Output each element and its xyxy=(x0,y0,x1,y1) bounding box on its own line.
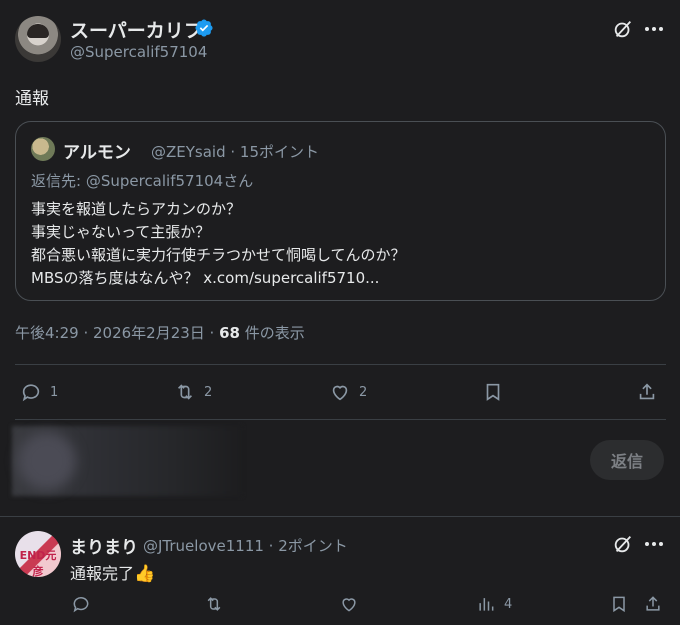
reply-icon xyxy=(22,384,40,402)
quoted-author-meta: @ZEYsaid · 15ポイント xyxy=(151,143,320,161)
divider xyxy=(0,516,680,517)
reply-icon xyxy=(73,597,89,613)
thumbs-up-emoji: 👍 xyxy=(134,564,156,584)
reply-button[interactable]: 1 xyxy=(20,381,58,403)
views-icon xyxy=(479,598,494,611)
views-suffix: 件の表示 xyxy=(239,324,305,342)
share-button[interactable] xyxy=(636,381,658,403)
share-button[interactable] xyxy=(643,594,663,614)
repost-icon xyxy=(207,597,221,611)
like-count: 2 xyxy=(359,384,368,400)
author-handle[interactable]: @Supercalif57104 xyxy=(70,43,207,61)
author-display-name[interactable]: スーパーカリフ xyxy=(70,16,203,43)
grok-icon[interactable] xyxy=(612,18,634,40)
reply-submit-button[interactable]: 返信 xyxy=(590,440,664,480)
reply-author-meta[interactable]: @JTruelove1111 · 2ポイント xyxy=(143,535,348,556)
views-count: 68 xyxy=(219,324,240,342)
quoted-text-line: 事実じゃないって主張か？ xyxy=(31,223,211,241)
reply-author-name[interactable]: まりまり xyxy=(70,533,138,558)
reply-avatar-text: END元彦 xyxy=(19,549,57,578)
grok-icon[interactable] xyxy=(612,533,634,555)
views-button[interactable]: 4 xyxy=(476,594,512,614)
divider xyxy=(15,364,666,365)
quoted-text-line: 都合悪い報道に実力行使チラつかせて恫喝してんのか？ xyxy=(31,246,406,264)
quoted-text-line: MBSの落ち度はなんや？ x.com/supercalif5710... xyxy=(31,269,380,287)
reply-text-container: 通報完了👍 xyxy=(70,560,155,584)
share-icon xyxy=(646,596,660,611)
timestamp-text[interactable]: 午後4:29 · 2026年2月23日 · xyxy=(15,324,219,342)
quoted-reply-to: 返信先: @Supercalif57104さん xyxy=(31,172,254,190)
like-icon xyxy=(332,385,348,401)
post-text: 通報 xyxy=(15,89,49,109)
divider xyxy=(15,419,666,420)
reply-text: 通報完了 xyxy=(70,564,135,583)
quoted-post-card[interactable]: アルモン @ZEYsaid · 15ポイント 返信先: @Supercalif5… xyxy=(15,121,666,301)
bookmark-button[interactable] xyxy=(609,594,629,614)
bookmark-icon xyxy=(486,383,500,401)
verified-badge-icon xyxy=(195,19,213,37)
share-icon xyxy=(639,383,655,400)
quoted-author-name: アルモン xyxy=(63,143,131,163)
reply-count: 1 xyxy=(50,384,59,400)
reply-button[interactable] xyxy=(71,594,91,614)
post-timestamp: 午後4:29 · 2026年2月23日 · 68 件の表示 xyxy=(15,322,305,343)
more-icon[interactable] xyxy=(644,26,664,32)
like-button[interactable] xyxy=(339,594,359,614)
views-count: 4 xyxy=(504,596,513,612)
bookmark-icon xyxy=(613,596,625,613)
quoted-text-line: 事実を報道したらアカンのか？ xyxy=(31,200,242,218)
repost-icon xyxy=(177,384,193,400)
composer-avatar xyxy=(18,432,76,490)
like-button[interactable]: 2 xyxy=(329,381,367,403)
like-icon xyxy=(342,598,356,612)
bookmark-button[interactable] xyxy=(482,381,504,403)
repost-button[interactable] xyxy=(204,594,224,614)
repost-count: 2 xyxy=(204,384,213,400)
author-avatar[interactable] xyxy=(15,16,61,62)
repost-button[interactable]: 2 xyxy=(174,381,212,403)
more-icon[interactable] xyxy=(644,541,664,547)
quoted-author-avatar xyxy=(31,137,55,161)
